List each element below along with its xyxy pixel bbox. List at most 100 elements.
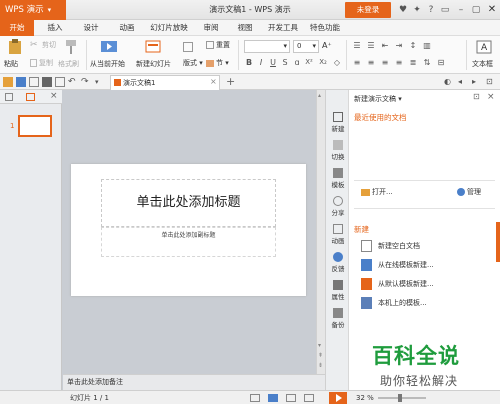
normal-view-icon[interactable]	[268, 394, 278, 402]
close-pane-icon[interactable]: ×	[487, 92, 495, 102]
subtitle-placeholder[interactable]: 单击此处添加副标题	[101, 227, 276, 257]
document-tab[interactable]: 演示文稿1	[110, 75, 220, 90]
title-placeholder[interactable]: 单击此处添加标题	[101, 179, 276, 227]
paste-button[interactable]	[6, 39, 26, 55]
app-menu-button[interactable]: WPS 演示 ▾	[0, 0, 66, 20]
copy-button[interactable]: 复制	[30, 58, 53, 68]
from-current-button[interactable]	[100, 39, 120, 55]
zoom-slider[interactable]	[378, 397, 426, 399]
tab-special[interactable]: 特色功能	[306, 20, 344, 36]
tab-review[interactable]: 审阅	[196, 20, 226, 36]
tab-developer[interactable]: 开发工具	[264, 20, 302, 36]
vertical-scrollbar[interactable]: ▴ ▾ ⇞ ⇟	[316, 90, 325, 374]
tab-view[interactable]: 视图	[230, 20, 260, 36]
redo-icon[interactable]: ↷	[81, 77, 91, 87]
task-pane-title[interactable]: 新建演示文稿 ▾	[354, 94, 402, 104]
print-preview-icon[interactable]	[55, 77, 65, 87]
new-slide-button[interactable]	[144, 39, 164, 55]
sidebar-item-transition[interactable]: 切换	[326, 138, 350, 166]
tab-home[interactable]: 开始	[0, 20, 34, 36]
skin-icon[interactable]: ♥	[396, 3, 410, 17]
sidebar-item-animation[interactable]: 动画	[326, 222, 350, 250]
close-panel-icon[interactable]: ×	[50, 90, 58, 103]
close-tab-icon[interactable]: ×	[210, 75, 220, 89]
scroll-up-icon[interactable]: ▴	[318, 92, 321, 99]
close-icon[interactable]: ✕	[484, 2, 500, 18]
slideshow-play-button[interactable]	[329, 392, 347, 404]
sidebar-item-new[interactable]: 新建	[326, 110, 350, 138]
reset-button[interactable]: 重置	[206, 40, 230, 50]
zoom-slider-thumb[interactable]	[398, 394, 402, 402]
bullets-button[interactable]: ☰	[352, 41, 362, 50]
outdent-button[interactable]: ⇤	[380, 41, 390, 50]
outline-view-icon[interactable]	[5, 93, 13, 101]
new-from-online-template-link[interactable]: 从在线模板新建...	[361, 258, 496, 272]
scroll-down-icon[interactable]: ▾	[318, 342, 321, 349]
subscript-button[interactable]: X₂	[318, 58, 328, 66]
sidebar-item-share[interactable]: 分享	[326, 194, 350, 222]
line-spacing-button[interactable]: ↕	[408, 41, 418, 50]
layout-button[interactable]: 版式 ▾	[183, 58, 203, 68]
align-text-button[interactable]: ⊟	[436, 58, 446, 67]
tab-animation[interactable]: 动画	[112, 20, 142, 36]
text-box-button[interactable]: A	[476, 40, 494, 54]
pin-pane-icon[interactable]: ⊡	[473, 92, 480, 101]
notes-area[interactable]: 单击此处添加备注	[63, 374, 325, 390]
format-painter-button[interactable]	[62, 39, 82, 55]
clear-format-button[interactable]: ◇	[332, 58, 342, 67]
new-blank-doc-link[interactable]: 新建空白文档	[361, 239, 496, 253]
sidebar-item-backup[interactable]: 备份	[326, 306, 350, 334]
save-icon[interactable]	[16, 77, 26, 87]
help-icon[interactable]: ?	[424, 3, 438, 17]
prev-tab-icon[interactable]: ◂	[458, 77, 468, 87]
cut-button[interactable]: ✂ 剪切	[30, 40, 56, 50]
manage-link[interactable]: 管理	[457, 187, 481, 197]
slide-thumbnail[interactable]	[18, 115, 52, 137]
strikethrough-button[interactable]: ɑ	[292, 58, 302, 67]
shadow-button[interactable]: S	[280, 58, 290, 67]
reading-view-icon[interactable]	[304, 394, 314, 402]
local-template-link[interactable]: 本机上的模板...	[361, 296, 496, 310]
font-grow-button[interactable]: A⁺	[322, 41, 332, 50]
minimize-ribbon-icon[interactable]: ▭	[438, 3, 452, 17]
next-tab-icon[interactable]: ▸	[472, 77, 482, 87]
text-direction-button[interactable]: ⇅	[422, 58, 432, 67]
section-button[interactable]: 节 ▾	[206, 58, 229, 68]
numbering-button[interactable]: ☰	[366, 41, 376, 50]
sidebar-item-feedback[interactable]: 反馈	[326, 250, 350, 278]
sidebar-item-template[interactable]: 模板	[326, 166, 350, 194]
font-family-select[interactable]: ▾	[244, 40, 290, 53]
minimize-icon[interactable]: –	[454, 3, 468, 17]
prev-slide-icon[interactable]: ⇞	[318, 352, 323, 359]
underline-button[interactable]: U	[268, 58, 278, 67]
italic-button[interactable]: I	[256, 58, 266, 67]
sidebar-item-properties[interactable]: 属性	[326, 278, 350, 306]
pin-icon[interactable]: ⊡	[486, 77, 496, 87]
justify-button[interactable]: ≡	[394, 58, 404, 67]
tab-design[interactable]: 设计	[76, 20, 106, 36]
pane-edge-handle[interactable]	[496, 222, 500, 262]
new-from-default-template-link[interactable]: 从默认模板新建...	[361, 277, 496, 291]
align-center-button[interactable]: ≡	[366, 58, 376, 67]
next-slide-icon[interactable]: ⇟	[318, 362, 323, 369]
export-pdf-icon[interactable]	[29, 77, 39, 87]
slide-sorter-icon[interactable]	[286, 394, 296, 402]
superscript-button[interactable]: X²	[304, 58, 314, 66]
undo-icon[interactable]: ↶	[68, 77, 78, 87]
tab-slideshow[interactable]: 幻灯片放映	[146, 20, 192, 36]
columns-button[interactable]: ▥	[422, 41, 432, 50]
distribute-button[interactable]: ≣	[408, 58, 418, 67]
print-icon[interactable]	[42, 77, 52, 87]
maximize-icon[interactable]: ▢	[469, 3, 483, 17]
open-file-link[interactable]: 打开...	[361, 187, 393, 197]
new-tab-button[interactable]: +	[226, 75, 236, 89]
tab-insert[interactable]: 插入	[40, 20, 70, 36]
login-button[interactable]: 未登录	[345, 2, 391, 18]
font-size-select[interactable]: 0 ▾	[293, 40, 319, 53]
align-right-button[interactable]: ≡	[380, 58, 390, 67]
open-folder-icon[interactable]	[3, 77, 13, 87]
notes-toggle-icon[interactable]	[250, 394, 260, 402]
bold-button[interactable]: B	[244, 58, 254, 67]
align-left-button[interactable]: ≡	[352, 58, 362, 67]
shirt-icon[interactable]: ✦	[410, 3, 424, 17]
